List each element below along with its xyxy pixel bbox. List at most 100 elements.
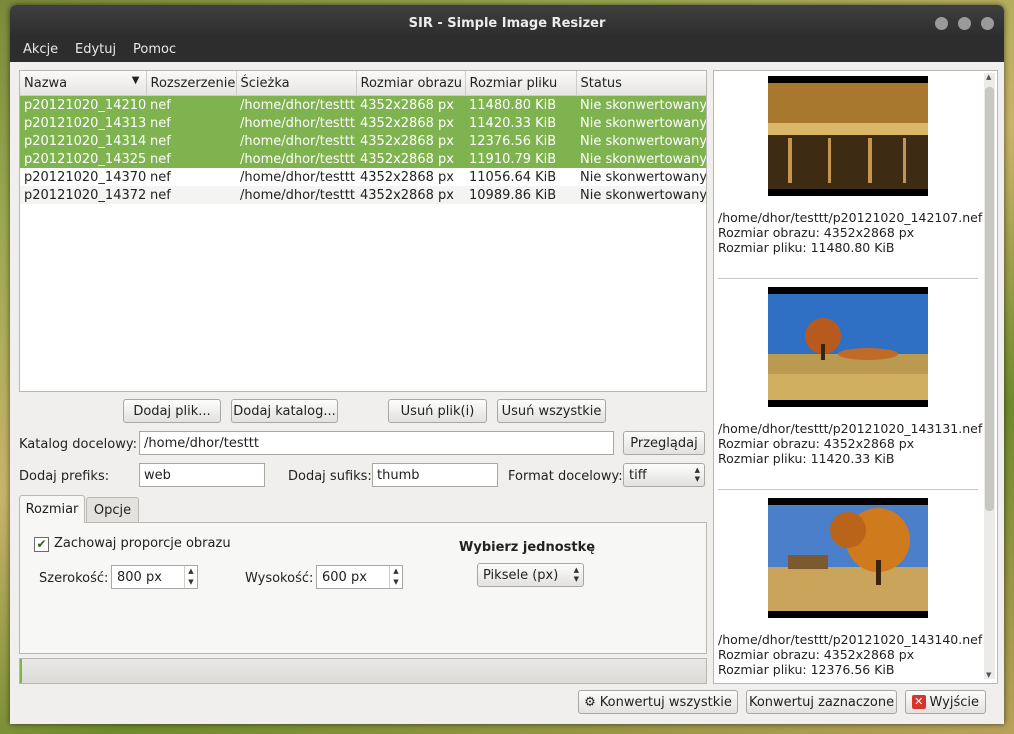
tab-opcje[interactable]: Opcje — [86, 497, 139, 523]
add-files-button[interactable]: Dodaj plik... — [123, 399, 221, 423]
cell-image-size: 4352x2868 px — [356, 114, 465, 132]
scroll-down-icon[interactable]: ▼ — [986, 671, 991, 679]
cell-name: p20121020_143140 — [20, 132, 146, 150]
table-row[interactable]: p20121020_143704 nef/home/dhor/testtt 4352… — [20, 168, 706, 186]
preview-image-1[interactable] — [768, 76, 928, 196]
cell-extension: nef — [146, 186, 236, 204]
height-value: 600 px — [322, 570, 367, 585]
preview-path-2: /home/dhor/testtt/p20121020_143131.nef — [718, 421, 983, 436]
autumn-pond-image — [768, 83, 928, 189]
cell-status: Nie skonwertowany — [580, 169, 706, 185]
updown-icon: ▲ ▼ — [573, 566, 579, 583]
menu-pomoc[interactable]: Pomoc — [133, 42, 176, 57]
file-table[interactable]: Nazwa ▼ Rozszerzenie Ścieżka Rozmiar obr… — [19, 70, 707, 392]
cell-path: /home/dhor/testtt — [236, 114, 356, 132]
menu-akcje[interactable]: Akcje — [23, 42, 58, 57]
updown-icon: ▲ ▼ — [694, 466, 700, 483]
table-row[interactable]: p20121020_143131 nef/home/dhor/testtt 4352… — [20, 114, 706, 132]
cell-name: p20121020_143721 — [20, 186, 146, 204]
cell-extension: nef — [146, 150, 236, 168]
remove-files-button[interactable]: Usuń plik(i) — [388, 399, 487, 423]
close-window-button[interactable] — [981, 17, 994, 30]
preview-panel: /home/dhor/testtt/p20121020_142107.nef R… — [713, 70, 998, 684]
title-bar[interactable]: SIR - Simple Image Resizer — [10, 5, 1004, 38]
column-header-path[interactable]: Ścieżka — [236, 71, 357, 96]
convert-selected-button[interactable]: Konwertuj zaznaczone — [746, 690, 897, 714]
cell-extension: nef — [150, 169, 171, 185]
width-spinbox[interactable]: 800 px ▲ ▼ — [111, 565, 198, 589]
column-header-file-size[interactable]: Rozmiar pliku — [465, 71, 577, 96]
suffix-input[interactable] — [372, 463, 498, 487]
cell-image-size: 4352x2868 px — [360, 169, 454, 185]
cell-image-size: 4352x2868 px — [356, 95, 465, 114]
cell-status: Nie skonwertowany — [576, 150, 706, 168]
progress-bar — [19, 658, 707, 684]
menu-edytuj[interactable]: Edytuj — [75, 42, 116, 57]
divider — [718, 489, 978, 490]
spin-arrows-icon[interactable]: ▲ ▼ — [389, 566, 402, 588]
add-folder-button[interactable]: Dodaj katalog... — [231, 399, 338, 423]
column-header-image-size[interactable]: Rozmiar obrazu — [356, 71, 466, 96]
cell-name: p20121020_143131 — [20, 114, 146, 132]
progress-fill — [20, 659, 22, 683]
preview-dims-2: Rozmiar obrazu: 4352x2868 px — [718, 436, 915, 451]
cell-path: /home/dhor/testtt — [240, 169, 355, 185]
width-value: 800 px — [117, 570, 162, 585]
preview-size-3: Rozmiar pliku: 12376.56 KiB — [718, 662, 895, 677]
convert-all-button[interactable]: ⚙ Konwertuj wszystkie — [578, 690, 738, 714]
column-header-extension[interactable]: Rozszerzenie — [146, 71, 237, 96]
format-select[interactable]: tiff ▲ ▼ — [623, 463, 705, 487]
preview-dims-1: Rozmiar obrazu: 4352x2868 px — [718, 225, 915, 240]
cell-file-size: 11480.80 KiB — [465, 95, 576, 114]
height-label: Wysokość: — [245, 571, 314, 586]
minimize-button[interactable] — [935, 17, 948, 30]
preview-image-3[interactable] — [768, 498, 928, 618]
table-row[interactable]: p20121020_143721 nef/home/dhor/testtt 4352… — [20, 186, 706, 204]
cell-extension: nef — [146, 132, 236, 150]
format-value: tiff — [629, 468, 647, 483]
cell-file-size: 12376.56 KiB — [465, 132, 576, 150]
column-header-status[interactable]: Status — [576, 71, 706, 96]
preview-path-3: /home/dhor/testtt/p20121020_143140.nef — [718, 632, 983, 647]
cell-file-size: 11056.64 KiB — [469, 169, 557, 185]
column-header-name[interactable]: Nazwa ▼ — [20, 71, 147, 96]
preview-dims-3: Rozmiar obrazu: 4352x2868 px — [718, 647, 915, 662]
height-spinbox[interactable]: 600 px ▲ ▼ — [316, 565, 403, 589]
cell-path: /home/dhor/testtt — [236, 95, 356, 114]
tab-rozmiar[interactable]: Rozmiar — [19, 495, 85, 523]
cell-file-size: 11910.79 KiB — [465, 150, 576, 168]
cell-status: Nie skonwertowany — [576, 132, 706, 150]
unit-select[interactable]: Piksele (px) ▲ ▼ — [477, 563, 584, 587]
preview-scrollbar[interactable]: ▲ ▼ — [984, 73, 995, 679]
spin-arrows-icon[interactable]: ▲ ▼ — [184, 566, 197, 588]
prefix-input[interactable] — [139, 463, 265, 487]
close-icon: ✕ — [912, 695, 926, 709]
remove-all-button[interactable]: Usuń wszystkie — [497, 399, 606, 423]
cell-status: Nie skonwertowany — [576, 95, 706, 114]
cell-path: /home/dhor/testtt — [236, 132, 356, 150]
cell-name: p20121020_143259 — [20, 150, 146, 168]
gear-icon: ⚙ — [584, 694, 596, 710]
cell-path: /home/dhor/testtt — [236, 186, 356, 204]
target-folder-label: Katalog docelowy: — [19, 437, 137, 452]
cell-name: p20121020_142107 — [20, 95, 146, 114]
scroll-up-icon[interactable]: ▲ — [986, 73, 991, 81]
cell-status: Nie skonwertowany — [576, 186, 706, 204]
table-row[interactable]: p20121020_143259 nef/home/dhor/testtt 4352… — [20, 150, 706, 168]
preview-image-2[interactable] — [768, 287, 928, 407]
cell-extension: nef — [146, 95, 236, 114]
prefix-label: Dodaj prefiks: — [19, 469, 110, 484]
width-label: Szerokość: — [39, 571, 109, 586]
cell-file-size: 10989.86 KiB — [465, 186, 576, 204]
maximize-button[interactable] — [958, 17, 971, 30]
menu-bar: Akcje Edytuj Pomoc — [10, 38, 1004, 62]
cell-name: p20121020_143704 — [24, 169, 146, 185]
exit-button[interactable]: ✕ Wyjście — [905, 690, 986, 714]
app-window: SIR - Simple Image Resizer Akcje Edytuj … — [10, 5, 1004, 724]
scrollbar-thumb[interactable] — [985, 87, 994, 511]
browse-button[interactable]: Przeglądaj — [623, 431, 705, 455]
keep-ratio-checkbox[interactable]: ✔ — [34, 537, 49, 552]
target-folder-input[interactable] — [139, 431, 614, 455]
table-row[interactable]: p20121020_142107 nef/home/dhor/testtt 4352… — [20, 95, 706, 114]
table-row[interactable]: p20121020_143140 nef/home/dhor/testtt 4352… — [20, 132, 706, 150]
